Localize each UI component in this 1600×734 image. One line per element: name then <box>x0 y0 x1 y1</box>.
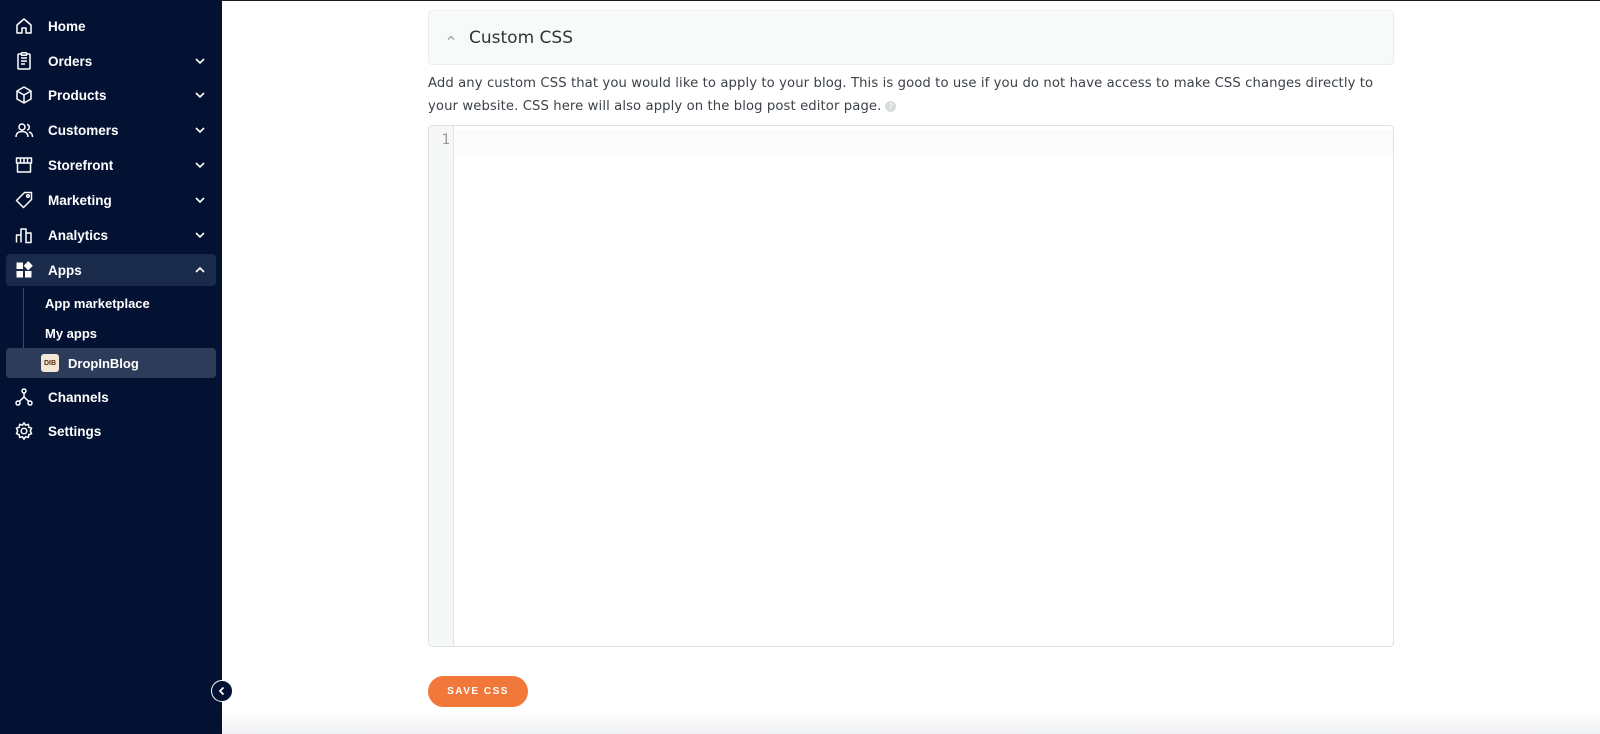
sidebar-item-label: Apps <box>48 262 82 278</box>
gear-icon <box>14 421 34 441</box>
sidebar-item-customers[interactable]: Customers <box>6 114 216 146</box>
chevron-down-icon <box>195 232 205 239</box>
sidebar-item-label: Orders <box>48 53 93 69</box>
chevron-down-icon <box>195 197 205 204</box>
css-code-editor[interactable]: 1 <box>428 125 1394 647</box>
sidebar-item-products[interactable]: Products <box>6 79 216 111</box>
customers-icon <box>14 120 34 140</box>
sidebar-subitem-label: App marketplace <box>45 295 150 311</box>
sidebar-item-label: Customers <box>48 122 119 138</box>
orders-icon <box>14 51 34 71</box>
home-icon <box>14 16 34 36</box>
sidebar-item-label: Settings <box>48 423 102 439</box>
bottom-shadow <box>222 710 1600 734</box>
caret-up-icon <box>447 35 455 40</box>
sidebar-item-label: Products <box>48 87 107 103</box>
sidebar-subitem-dropinblog[interactable]: DIB DropInBlog <box>6 348 216 378</box>
storefront-icon <box>14 155 34 175</box>
collapse-sidebar-button[interactable] <box>211 680 233 702</box>
save-css-button[interactable]: SAVE CSS <box>428 676 528 707</box>
sidebar-item-home[interactable]: Home <box>6 10 216 42</box>
custom-css-panel-header[interactable]: Custom CSS <box>428 10 1394 65</box>
marketing-icon <box>14 190 34 210</box>
description-text: Add any custom CSS that you would like t… <box>428 76 1374 114</box>
editor-gutter: 1 <box>429 126 454 646</box>
analytics-icon <box>14 225 34 245</box>
chevron-left-icon <box>218 686 225 696</box>
panel-description: Add any custom CSS that you would like t… <box>428 72 1398 118</box>
sidebar-subitem-app-marketplace[interactable]: App marketplace <box>6 288 216 318</box>
sidebar-item-analytics[interactable]: Analytics <box>6 219 216 251</box>
sidebar-item-marketing[interactable]: Marketing <box>6 184 216 216</box>
chevron-down-icon <box>195 92 205 99</box>
sidebar-item-label: Analytics <box>48 227 109 243</box>
panel-title: Custom CSS <box>469 27 573 48</box>
products-icon <box>14 85 34 105</box>
top-border <box>222 0 1600 1</box>
sidebar-subitem-label: DropInBlog <box>68 355 139 371</box>
sidebar-item-apps[interactable]: Apps <box>6 254 216 286</box>
apps-icon <box>14 260 34 280</box>
sidebar-item-settings[interactable]: Settings <box>6 415 216 447</box>
sidebar-item-orders[interactable]: Orders <box>6 45 216 77</box>
channels-icon <box>14 387 34 407</box>
sidebar-subitem-my-apps[interactable]: My apps <box>6 318 216 348</box>
sidebar-item-label: Storefront <box>48 157 114 173</box>
sidebar-item-label: Channels <box>48 389 109 405</box>
dropinblog-logo: DIB <box>41 354 59 372</box>
code-input-area[interactable] <box>455 126 1393 646</box>
line-number: 1 <box>441 132 450 148</box>
help-icon[interactable]: ? <box>885 100 897 112</box>
sidebar-subitem-label: My apps <box>45 325 98 341</box>
sidebar-item-label: Home <box>48 18 86 34</box>
chevron-down-icon <box>195 58 205 65</box>
chevron-down-icon <box>195 162 205 169</box>
chevron-down-icon <box>195 127 205 134</box>
chevron-up-icon <box>195 266 205 273</box>
sidebar: Home Orders Products Customers Storefron… <box>0 0 222 734</box>
sidebar-item-storefront[interactable]: Storefront <box>6 149 216 181</box>
sidebar-item-channels[interactable]: Channels <box>6 381 216 413</box>
sidebar-item-label: Marketing <box>48 192 112 208</box>
